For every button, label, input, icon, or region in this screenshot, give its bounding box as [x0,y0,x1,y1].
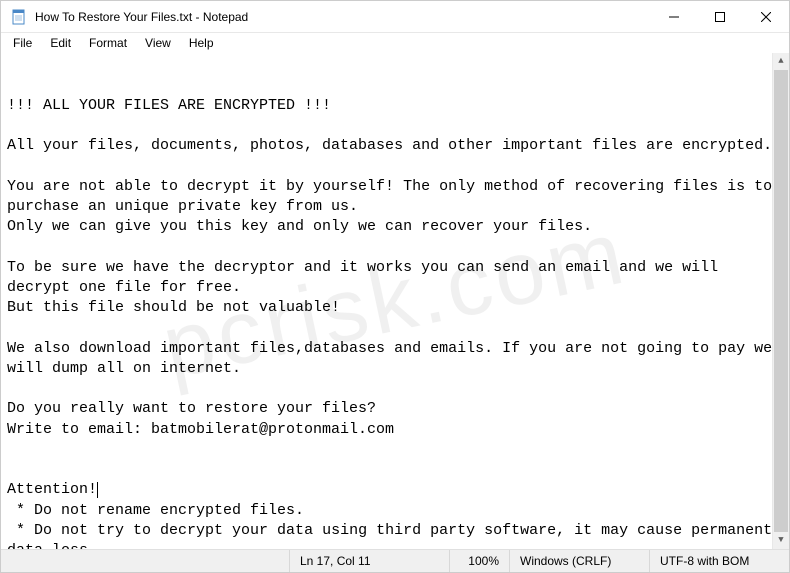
scroll-down-arrow-icon[interactable]: ▼ [773,532,789,549]
maximize-icon [715,12,725,22]
text-line: We also download important files,databas… [7,340,781,377]
maximize-button[interactable] [697,1,743,33]
status-spacer [1,550,289,572]
titlebar: How To Restore Your Files.txt - Notepad [1,1,789,33]
titlebar-left: How To Restore Your Files.txt - Notepad [1,9,248,25]
vertical-scrollbar[interactable]: ▲ ▼ [772,53,789,549]
text-line: Write to email: batmobilerat@protonmail.… [7,421,394,438]
scrollbar-thumb[interactable] [774,70,788,532]
close-icon [761,12,771,22]
text-line: Only we can give you this key and only w… [7,218,592,235]
window-title: How To Restore Your Files.txt - Notepad [35,10,248,24]
notepad-window: How To Restore Your Files.txt - Notepad … [0,0,790,573]
window-controls [651,1,789,33]
text-line: But this file should be not valuable! [7,299,340,316]
scrollbar-track[interactable] [773,70,789,532]
text-line: * Do not rename encrypted files. [7,502,304,519]
menubar: File Edit Format View Help [1,33,789,53]
scroll-up-arrow-icon[interactable]: ▲ [773,53,789,70]
menu-file[interactable]: File [5,34,40,52]
notepad-icon [11,9,27,25]
menu-edit[interactable]: Edit [42,34,79,52]
minimize-button[interactable] [651,1,697,33]
menu-format[interactable]: Format [81,34,135,52]
text-line: Do you really want to restore your files… [7,400,376,417]
status-line-ending: Windows (CRLF) [509,550,649,572]
menu-view[interactable]: View [137,34,179,52]
menu-help[interactable]: Help [181,34,222,52]
close-button[interactable] [743,1,789,33]
status-zoom: 100% [449,550,509,572]
text-line: !!! ALL YOUR FILES ARE ENCRYPTED !!! [7,97,331,114]
text-caret [97,482,98,498]
text-line: Attention! [7,481,97,498]
text-editor[interactable]: pcrisk.com !!! ALL YOUR FILES ARE ENCRYP… [1,53,789,549]
statusbar: Ln 17, Col 11 100% Windows (CRLF) UTF-8 … [1,549,789,572]
status-cursor-position: Ln 17, Col 11 [289,550,449,572]
text-line: All your files, documents, photos, datab… [7,137,772,154]
text-line: To be sure we have the decryptor and it … [7,259,727,296]
status-encoding: UTF-8 with BOM [649,550,789,572]
text-line: * Do not try to decrypt your data using … [7,522,781,549]
text-line: You are not able to decrypt it by yourse… [7,178,781,215]
minimize-icon [669,12,679,22]
